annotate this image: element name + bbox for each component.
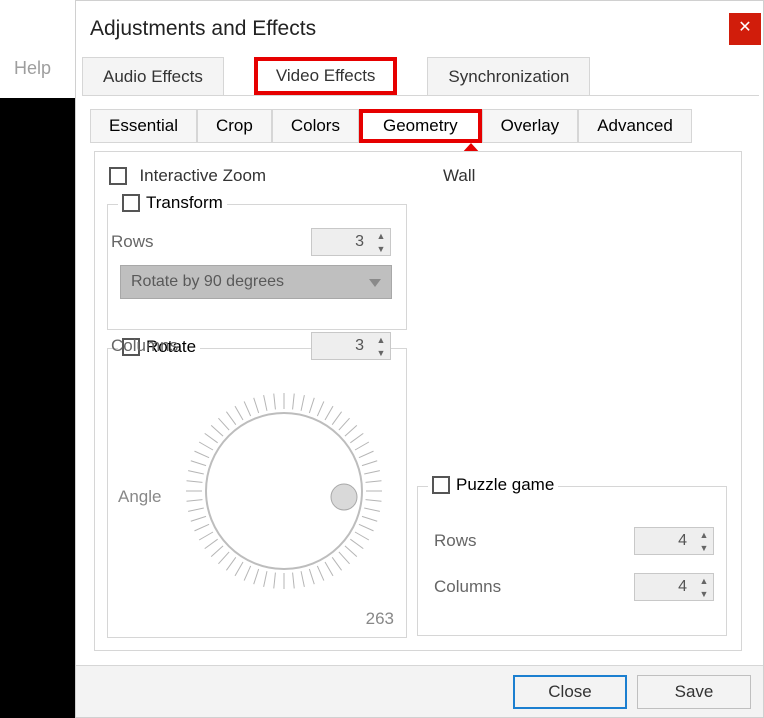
subtab-geometry[interactable]: Geometry [359,109,482,143]
puzzle-checkbox[interactable] [432,476,450,494]
wall-rows-value: 3 [312,233,372,251]
dialog-button-bar: Close Save [76,665,763,717]
video-area [0,98,75,718]
spinner-up-icon[interactable]: ▲ [695,574,713,587]
dialog-title: Adjustments and Effects [90,17,316,41]
interactive-zoom-checkbox[interactable] [109,167,127,185]
spinner-up-icon[interactable]: ▲ [372,229,390,242]
wall-rows-label: Rows [111,232,154,252]
video-subtab-row: Essential Crop Colors Geometry Overlay A… [90,109,692,143]
spinner-up-icon[interactable]: ▲ [372,333,390,346]
tab-synchronization[interactable]: Synchronization [427,57,590,95]
effects-dialog: Adjustments and Effects ✕ Audio Effects … [75,0,764,718]
angle-label: Angle [118,487,161,507]
subtab-crop[interactable]: Crop [197,109,272,143]
wall-rows-spinner[interactable]: 3 ▲▼ [311,228,391,256]
subtab-essential[interactable]: Essential [90,109,197,143]
wall-label: Wall [443,166,475,185]
puzzle-rows-spinner[interactable]: 4 ▲▼ [634,527,714,555]
wall-cols-label: Columns [111,336,178,356]
transform-group: Transform Rotate by 90 degrees [107,204,407,330]
spinner-down-icon[interactable]: ▼ [695,587,713,600]
chevron-down-icon [369,279,381,287]
save-button[interactable]: Save [637,675,751,709]
wall-cols-spinner[interactable]: 3 ▲▼ [311,332,391,360]
subtab-overlay[interactable]: Overlay [482,109,579,143]
wall-cols-value: 3 [312,337,372,355]
close-icon[interactable]: ✕ [729,13,761,45]
transform-select[interactable]: Rotate by 90 degrees [120,265,392,299]
subtab-advanced[interactable]: Advanced [578,109,692,143]
transform-select-value: Rotate by 90 degrees [131,273,284,291]
tab-audio-effects[interactable]: Audio Effects [82,57,224,95]
rotate-group: Rotate Angle 263 [107,348,407,638]
puzzle-title: Puzzle game [456,475,554,495]
spinner-down-icon[interactable]: ▼ [372,346,390,359]
puzzle-group: Puzzle game Rows 4 ▲▼ Columns 4 ▲▼ [417,486,727,636]
interactive-zoom-label: Interactive Zoom [139,166,266,185]
puzzle-rows-value: 4 [635,532,695,550]
puzzle-rows-label: Rows [434,531,477,551]
main-tab-row: Audio Effects Video Effects Synchronizat… [82,57,590,95]
tab-video-effects[interactable]: Video Effects [254,57,398,95]
transform-title: Transform [146,193,223,213]
menu-help[interactable]: Help [14,58,51,79]
spinner-up-icon[interactable]: ▲ [695,528,713,541]
subtab-colors[interactable]: Colors [272,109,359,143]
angle-value: 263 [366,609,394,629]
tab-divider [82,95,759,96]
close-button[interactable]: Close [513,675,627,709]
transform-checkbox[interactable] [122,194,140,212]
rotate-dial[interactable] [178,385,390,597]
puzzle-cols-label: Columns [434,577,501,597]
spinner-down-icon[interactable]: ▼ [372,242,390,255]
puzzle-cols-value: 4 [635,578,695,596]
geometry-panel: Interactive Zoom Wall Transform Rotate b… [94,151,742,651]
spinner-down-icon[interactable]: ▼ [695,541,713,554]
puzzle-cols-spinner[interactable]: 4 ▲▼ [634,573,714,601]
